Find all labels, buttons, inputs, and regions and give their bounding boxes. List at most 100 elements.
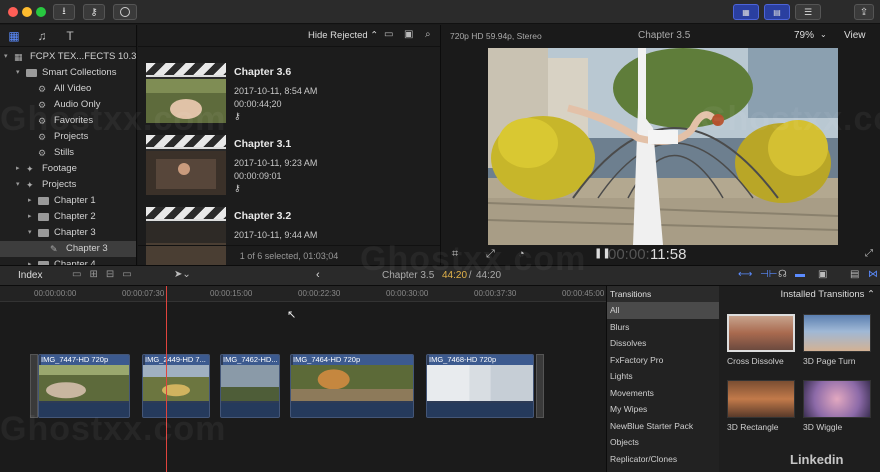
library-row[interactable]: ⚙ Stills bbox=[0, 145, 136, 161]
disclosure-closed-icon[interactable]: ▸ bbox=[28, 209, 32, 225]
disclosure-open-icon[interactable]: ▾ bbox=[16, 65, 20, 81]
transition-thumbnail[interactable] bbox=[727, 314, 795, 352]
photos-audio-tab-icon[interactable]: ♫ bbox=[35, 29, 49, 43]
timeline-clip-name: IMG_7464-HD 720p bbox=[293, 355, 413, 365]
clip-date: 2017-10-11, 9:23 AM bbox=[234, 158, 318, 168]
library-row[interactable]: ⚙ Audio Only bbox=[0, 97, 136, 113]
library-row-label: Smart Collections bbox=[42, 67, 117, 78]
transition-category[interactable]: Lights bbox=[607, 368, 719, 385]
clip-thumbnail[interactable] bbox=[146, 63, 226, 123]
headphones-icon[interactable]: ☊ bbox=[778, 269, 787, 280]
view-menu[interactable]: View bbox=[844, 30, 866, 41]
browser-clip[interactable]: Chapter 3.6 2017-10-11, 8:54 AM 00:00:44;2… bbox=[138, 63, 440, 133]
fullscreen-icon[interactable]: ⤢ bbox=[865, 248, 873, 259]
clip-thumbnail[interactable] bbox=[146, 135, 226, 195]
disclosure-open-icon[interactable]: ▾ bbox=[28, 225, 32, 241]
library-row[interactable]: ✎ Chapter 3 bbox=[0, 241, 136, 257]
minimize-window-button[interactable] bbox=[22, 7, 32, 17]
transition-category[interactable]: Movements bbox=[607, 385, 719, 402]
disclosure-closed-icon[interactable]: ▸ bbox=[16, 161, 20, 177]
storyline-start-handle[interactable] bbox=[30, 354, 38, 418]
event-icon: ✦ bbox=[26, 180, 34, 190]
audio-skimming-icon[interactable]: ⟷ bbox=[738, 269, 752, 280]
transitions-header: Transitions bbox=[607, 286, 719, 302]
back-chevron-icon[interactable]: ‹ bbox=[316, 269, 320, 281]
zoom-level[interactable]: 79% bbox=[794, 30, 814, 41]
close-window-button[interactable] bbox=[8, 7, 18, 17]
zoom-chevron-icon[interactable]: ⌄ bbox=[820, 30, 827, 39]
timeline[interactable]: 00:00:00:00 00:00:07:30 00:00:15:00 00:00:2… bbox=[0, 286, 606, 472]
project-icon: ✎ bbox=[50, 244, 58, 254]
transition-category[interactable]: FxFactory Pro bbox=[607, 352, 719, 369]
background-tasks-icon bbox=[120, 7, 130, 17]
transition-thumbnail[interactable] bbox=[727, 380, 795, 418]
disclosure-open-icon[interactable]: ▾ bbox=[4, 49, 8, 65]
transition-thumbnail[interactable] bbox=[803, 314, 871, 352]
playhead[interactable] bbox=[166, 286, 167, 472]
hide-rejected-filter[interactable]: Hide Rejected ⌃ bbox=[308, 30, 378, 41]
inspector-button[interactable]: ☰ bbox=[795, 4, 821, 20]
library-row[interactable]: ▾ ✦ Projects bbox=[0, 177, 136, 193]
transition-category[interactable]: NewBlue Starter Pack bbox=[607, 418, 719, 435]
edit-tool-icons[interactable]: ▭⊞⊟▭ bbox=[72, 269, 140, 280]
browser-layout-button[interactable]: ▦ bbox=[733, 4, 759, 20]
index-button[interactable]: Index bbox=[18, 270, 42, 281]
timecode-current: 44:20 bbox=[442, 270, 468, 281]
library-row[interactable]: ▾ Smart Collections bbox=[0, 65, 136, 81]
installed-transitions-menu[interactable]: Installed Transitions ⌃ bbox=[719, 286, 880, 304]
transition-category[interactable]: Replicator/Clones bbox=[607, 451, 719, 468]
keyword-button[interactable]: ⚷ bbox=[83, 4, 105, 20]
zoom-window-button[interactable] bbox=[36, 7, 46, 17]
library-row[interactable]: ⚙ All Video bbox=[0, 81, 136, 97]
clip-appearance-icon[interactable]: ▣ bbox=[404, 29, 413, 40]
timeline-clip[interactable]: IMG_7447-HD 720p bbox=[38, 354, 130, 418]
library-row[interactable]: ⚙ Projects bbox=[0, 129, 136, 145]
background-tasks-button[interactable] bbox=[113, 4, 137, 20]
clip-thumbnail-image bbox=[146, 79, 226, 123]
transition-thumbnail[interactable] bbox=[803, 380, 871, 418]
storyline-end-handle[interactable] bbox=[536, 354, 544, 418]
clip-audio-waveform bbox=[39, 403, 129, 417]
list-view-icon[interactable]: ▭ bbox=[384, 29, 393, 40]
disclosure-open-icon[interactable]: ▾ bbox=[16, 177, 20, 193]
disclosure-closed-icon[interactable]: ▸ bbox=[28, 193, 32, 209]
library-row[interactable]: ▸ Chapter 2 bbox=[0, 209, 136, 225]
select-tool-icon[interactable]: ➤⌄ bbox=[174, 269, 191, 280]
speed-tool-icon[interactable]: ◔ bbox=[518, 248, 525, 260]
transition-category[interactable]: All bbox=[607, 302, 719, 319]
search-icon[interactable]: ⌕ bbox=[425, 29, 431, 40]
libraries-tab-icon[interactable]: ▦ bbox=[7, 29, 21, 43]
effects-browser-icon[interactable]: ▤ bbox=[850, 269, 859, 280]
clip-title: Chapter 3.6 bbox=[234, 66, 292, 78]
clip-appearance-icon[interactable]: ▣ bbox=[818, 269, 827, 280]
browser-layout-icon: ▦ bbox=[742, 7, 750, 17]
crop-tool-icon[interactable]: ⌗ bbox=[452, 248, 458, 261]
library-row[interactable]: ⚙ Favorites bbox=[0, 113, 136, 129]
transitions-browser-icon[interactable]: ⋈ bbox=[868, 269, 878, 280]
transform-tool-icon[interactable]: ⤢ bbox=[486, 248, 495, 261]
library-row[interactable]: ▾ ▦ FCPX TEX...FECTS 10.3 bbox=[0, 49, 136, 65]
transition-category[interactable]: Blurs bbox=[607, 319, 719, 336]
titles-generators-tab-icon[interactable]: T bbox=[63, 29, 77, 43]
project-name: Chapter 3.5 bbox=[382, 270, 435, 281]
clip-audio-waveform bbox=[427, 403, 533, 417]
timeline-ruler[interactable]: 00:00:00:00 00:00:07:30 00:00:15:00 00:00:2… bbox=[0, 286, 606, 302]
library-row-label: Chapter 1 bbox=[54, 195, 96, 206]
timeline-clip[interactable]: IMG_7462-HD... bbox=[220, 354, 280, 418]
timeline-clip[interactable]: IMG_2449-HD 7... bbox=[142, 354, 210, 418]
timeline-clip[interactable]: IMG_7468-HD 720p bbox=[426, 354, 534, 418]
timeline-layout-button[interactable]: ▤ bbox=[764, 4, 790, 20]
share-button[interactable]: ⇪ bbox=[854, 4, 874, 20]
snapping-icon[interactable]: ⊣⊢ bbox=[760, 269, 777, 280]
transition-category[interactable]: Dissolves bbox=[607, 335, 719, 352]
transition-category[interactable]: My Wipes bbox=[607, 401, 719, 418]
import-button[interactable]: ⭳ bbox=[53, 4, 75, 20]
browser-clip[interactable]: Chapter 3.1 2017-10-11, 9:23 AM 00:00:09:0… bbox=[138, 135, 440, 205]
transition-category[interactable]: Objects bbox=[607, 434, 719, 451]
solo-icon[interactable]: ▬ bbox=[795, 269, 805, 280]
library-row[interactable]: ▸ ✦ Footage bbox=[0, 161, 136, 177]
library-row[interactable]: ▾ Chapter 3 bbox=[0, 225, 136, 241]
timeline-clip[interactable]: IMG_7464-HD 720p bbox=[290, 354, 414, 418]
library-row[interactable]: ▸ Chapter 1 bbox=[0, 193, 136, 209]
linkedin-logo: Linkedin bbox=[790, 452, 844, 467]
